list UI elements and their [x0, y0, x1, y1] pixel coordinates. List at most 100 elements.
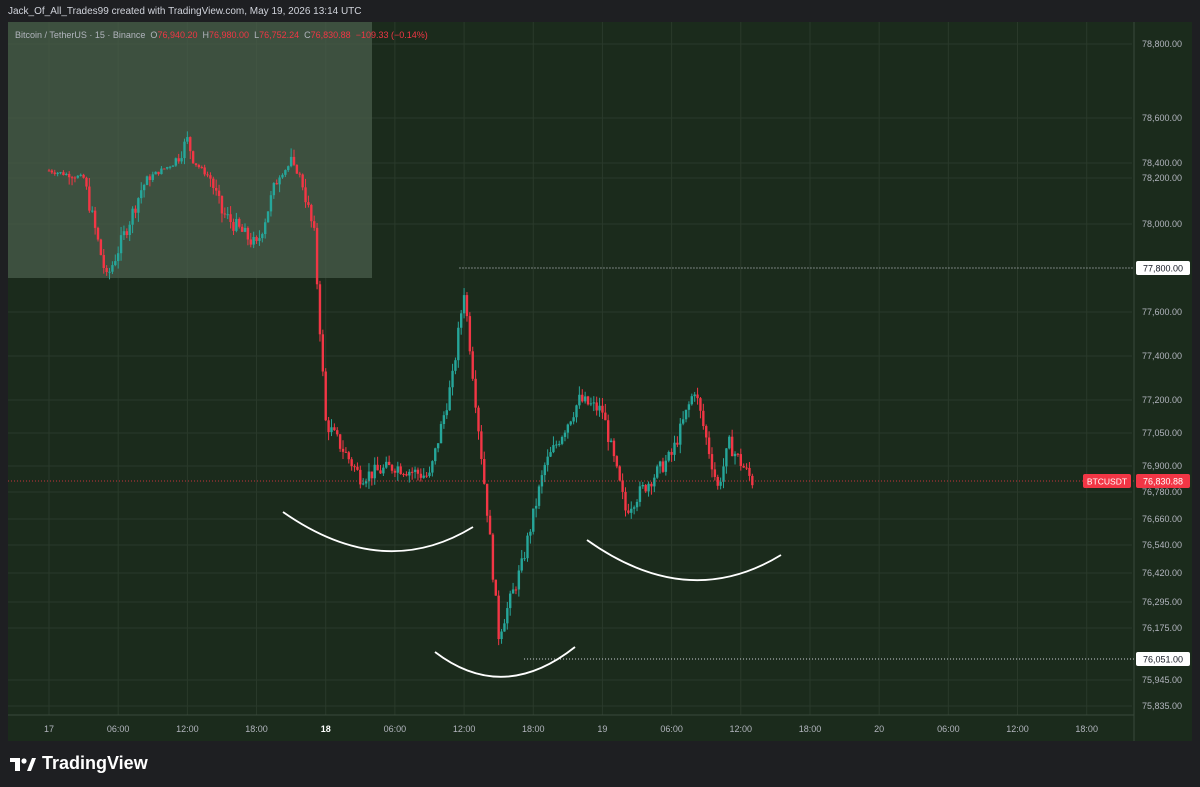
candle-body [494, 579, 497, 596]
candle-body [304, 187, 307, 203]
time-tick-label: 06:00 [660, 724, 683, 734]
candle-body [399, 466, 402, 475]
candle-body [546, 456, 549, 466]
candle-body [73, 177, 77, 179]
candle-body [183, 141, 186, 159]
candle-body [563, 432, 567, 437]
candle-body [569, 421, 572, 425]
candle-body [82, 174, 85, 178]
candle-body [575, 405, 578, 418]
candle-body [91, 210, 94, 212]
candle-body [220, 195, 224, 214]
candle-body [102, 255, 105, 268]
candle-body [338, 434, 342, 449]
tradingview-logo[interactable]: TradingView [10, 753, 148, 774]
candle-body [534, 505, 538, 509]
candle-body [333, 427, 336, 431]
candle-body [578, 394, 581, 406]
candle-body [226, 214, 229, 216]
candle-body [217, 190, 221, 196]
candle-body [604, 412, 607, 421]
candle-body [191, 151, 195, 164]
candle-body [679, 423, 682, 445]
candle-body [612, 440, 616, 457]
price-tick-label: 78,000.00 [1142, 219, 1182, 229]
candle-body [526, 535, 529, 559]
candle-body [189, 137, 192, 152]
candle-body [197, 164, 201, 168]
candle-body [376, 464, 379, 471]
candle-body [439, 424, 443, 444]
candle-body [171, 165, 175, 167]
candle-body [742, 465, 745, 468]
candle-body [180, 158, 183, 162]
candle-body [174, 158, 178, 166]
candle-body [186, 137, 189, 142]
symbol-legend: Bitcoin / TetherUS · 15 · Binance O76,94… [15, 30, 428, 40]
candle-body [647, 483, 650, 492]
candle-body [445, 410, 448, 416]
symbol-tag-label: BTCUSDT [1087, 476, 1127, 486]
candle-body [321, 334, 325, 372]
candle-body [356, 466, 359, 470]
candle-body [232, 222, 235, 231]
price-tick-label: 75,835.00 [1142, 701, 1182, 711]
candle-body [85, 177, 88, 187]
candle-body [730, 436, 734, 457]
candle-body [670, 451, 673, 455]
candle-body [263, 222, 267, 235]
candle-body [111, 265, 114, 272]
candle-body [653, 477, 656, 487]
price-tick-label: 76,660.00 [1142, 514, 1182, 524]
candle-body [341, 448, 345, 452]
candle-body [425, 475, 428, 477]
candle-body [419, 473, 423, 478]
candle-body [223, 213, 227, 215]
candle-body [736, 453, 740, 455]
candle-body [601, 405, 604, 413]
candle-body [287, 166, 290, 171]
candle-body [238, 218, 241, 227]
candle-body [76, 175, 80, 178]
candle-body [330, 427, 333, 433]
candle-body [165, 167, 169, 169]
candle-body [137, 198, 140, 213]
candle-body [315, 227, 319, 285]
candle-body [514, 589, 518, 591]
candle-body [393, 470, 397, 473]
candle-body [194, 163, 198, 165]
candle-body [99, 239, 103, 256]
candle-body [272, 183, 276, 196]
candle-body [361, 483, 365, 485]
candle-body [422, 475, 425, 478]
candle-body [615, 456, 619, 467]
candlestick-chart[interactable]: 17 06:00 12:00 18:00 18 06:00 12:00 18:00 19 06:0… [8, 22, 1192, 741]
candle-body [53, 172, 56, 174]
candle-body [609, 440, 613, 442]
candle-body [119, 235, 123, 254]
candle-body [560, 436, 564, 444]
candle-body [350, 459, 353, 467]
price-tick-label: 77,400.00 [1142, 351, 1182, 361]
candle-body [661, 461, 665, 472]
candle-body [710, 454, 714, 470]
candle-body [278, 177, 281, 185]
candle-body [457, 327, 460, 361]
price-tick-label: 77,600.00 [1142, 307, 1182, 317]
candle-body [471, 351, 474, 379]
candle-body [364, 481, 368, 484]
price-tick-label: 76,420.00 [1142, 568, 1182, 578]
candle-body [140, 190, 143, 199]
level-tag-label: 77,800.00 [1143, 264, 1183, 274]
time-tick-label: 17 [44, 724, 54, 734]
candle-body [396, 466, 399, 473]
candle-body [529, 531, 532, 536]
candle-body [160, 168, 163, 175]
candle-body [261, 234, 264, 239]
candle-body [589, 403, 593, 405]
candle-body [462, 295, 466, 314]
candle-body [59, 172, 62, 174]
candle-body [229, 214, 232, 223]
candle-body [664, 460, 668, 472]
candle-body [722, 466, 725, 482]
